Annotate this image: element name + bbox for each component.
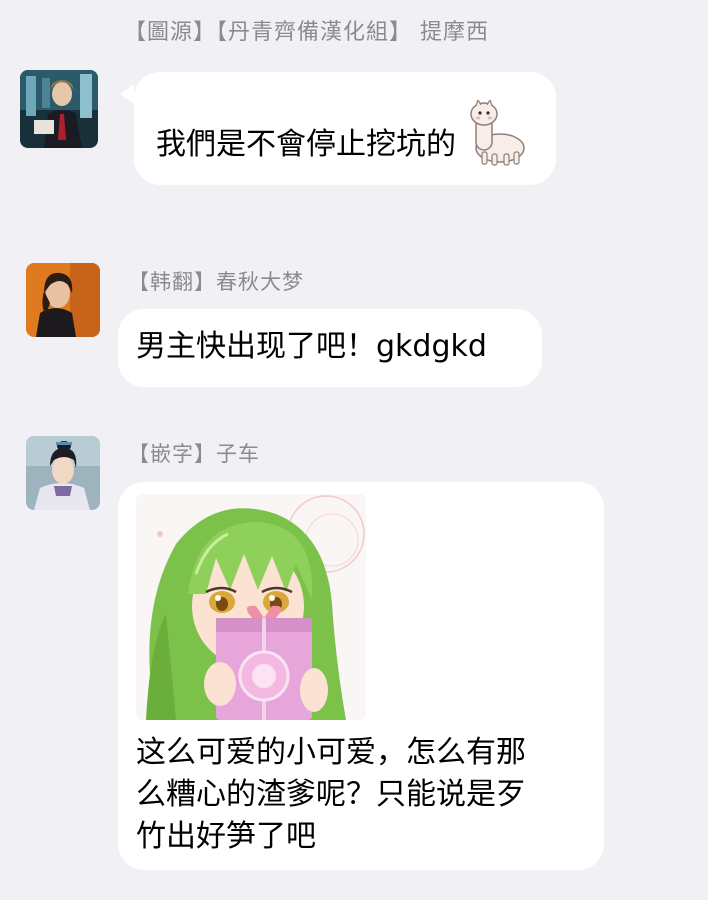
green-haired-girl-sticker[interactable] — [136, 494, 366, 720]
message-text: 男主快出现了吧！gkdgkd — [136, 329, 487, 364]
avatar-translator-timothy[interactable] — [20, 70, 98, 148]
message-text-line-1: 这么可爱的小可爱，怎么有那 — [136, 735, 526, 770]
sender-name: 【嵌字】子车 — [128, 442, 260, 466]
top-credit: 【圖源】【丹青齊備漢化組】 提摩西 — [124, 20, 489, 45]
alpaca-sticker — [470, 98, 534, 166]
avatar-chunqiu-dameng[interactable] — [26, 263, 100, 337]
message-text-line-2: 么糟心的渣爹呢？只能说是歹 — [136, 777, 526, 812]
avatar-ziche[interactable] — [26, 436, 100, 510]
bubble-tail — [120, 84, 134, 104]
sender-name: 【韩翻】春秋大梦 — [128, 270, 304, 294]
message-text: 我們是不會停止挖坑的 — [156, 127, 456, 162]
message-text-line-3: 竹出好笋了吧 — [136, 819, 316, 854]
